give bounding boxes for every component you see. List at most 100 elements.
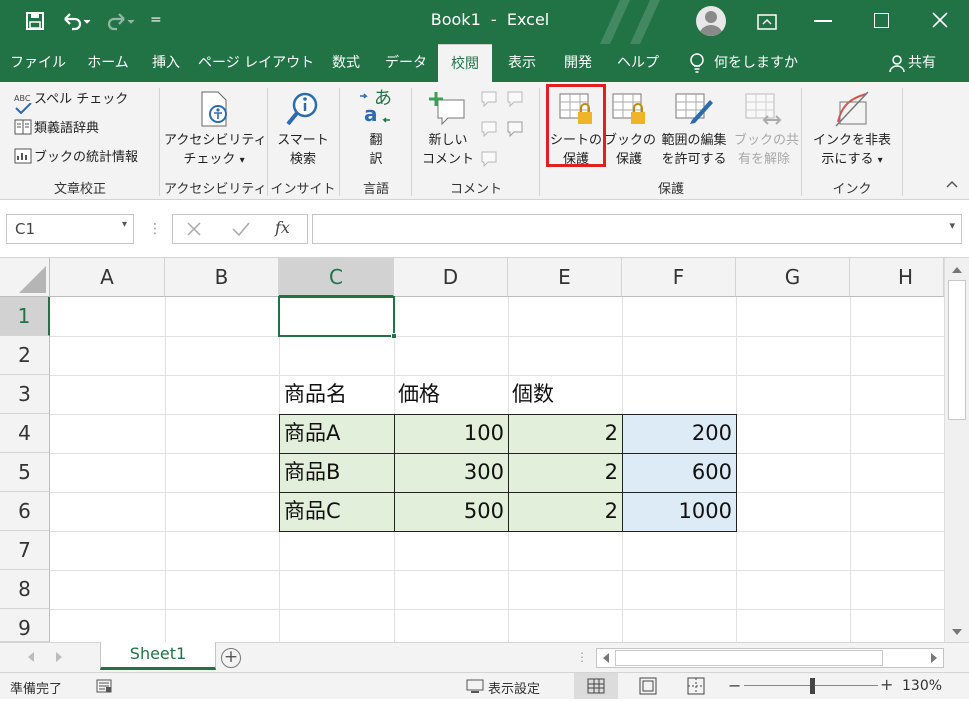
tell-me-search[interactable]: 何をしますか (714, 44, 804, 82)
maximize-button[interactable] (874, 13, 889, 28)
chevron-down-icon[interactable]: ▾ (122, 219, 127, 230)
macro-record-icon[interactable] (96, 678, 112, 694)
name-box[interactable]: C1 ▾ (6, 214, 134, 244)
row-header-9[interactable]: 9 (0, 609, 50, 642)
undo-icon[interactable] (60, 10, 92, 32)
tab-developer[interactable]: 開発 (556, 44, 600, 82)
tab-help[interactable]: ヘルプ (612, 44, 664, 82)
tab-home[interactable]: ホーム (80, 44, 136, 82)
column-header-d[interactable]: D (394, 258, 508, 297)
protect-workbook-button[interactable]: ブックの 保護 (604, 90, 656, 169)
zoom-level[interactable]: 130% (902, 678, 942, 694)
redo-icon[interactable] (104, 10, 136, 32)
cell-d3[interactable]: 価格 (394, 375, 508, 414)
ribbon-display-options-icon[interactable] (756, 12, 778, 32)
close-icon[interactable] (930, 10, 950, 30)
add-sheet-icon[interactable]: + (221, 648, 241, 668)
expand-formula-bar-icon[interactable]: ▾ (949, 219, 955, 232)
tab-split-handle[interactable]: ⋮ (576, 650, 588, 666)
cell-d6[interactable]: 500 (394, 492, 508, 531)
display-settings-icon[interactable] (466, 678, 484, 694)
cell-e5[interactable]: 2 (508, 453, 622, 492)
horizontal-scrollbar[interactable] (596, 648, 944, 668)
tab-data[interactable]: データ (380, 44, 432, 82)
scroll-down-icon[interactable] (951, 626, 963, 636)
sheet-tab-sheet1[interactable]: Sheet1 (100, 642, 216, 670)
hide-ink-button[interactable]: インクを非表 示にする ▾ (808, 90, 896, 170)
row-header-3[interactable]: 3 (0, 375, 50, 414)
row-header-1[interactable]: 1 (0, 297, 50, 336)
tab-view[interactable]: 表示 (500, 44, 544, 82)
cell-c6[interactable]: 商品C (280, 492, 394, 531)
zoom-in-button[interactable]: + (880, 675, 893, 694)
new-comment-button[interactable]: 新しい コメント (418, 90, 478, 169)
translate-button[interactable]: あ a 翻 訳 (346, 90, 406, 169)
cancel-icon[interactable] (185, 219, 203, 243)
cell-c5[interactable]: 商品B (280, 453, 394, 492)
cell-f5[interactable]: 600 (622, 453, 736, 492)
row-header-7[interactable]: 7 (0, 531, 50, 570)
thesaurus-button[interactable]: 類義語辞典 (14, 119, 99, 142)
column-header-a[interactable]: A (50, 258, 165, 297)
cell-e3[interactable]: 個数 (508, 375, 622, 414)
prev-sheet-icon[interactable] (26, 651, 36, 663)
cell-c4[interactable]: 商品A (280, 414, 394, 453)
smart-lookup-button[interactable]: スマート 検索 (272, 90, 334, 169)
zoom-slider-thumb[interactable] (810, 678, 815, 694)
check-accessibility-button[interactable]: アクセシビリティ チェック ▾ (164, 90, 267, 170)
spelling-button[interactable]: ABC スペル チェック (14, 90, 128, 116)
next-sheet-icon[interactable] (54, 651, 64, 663)
account-avatar[interactable] (696, 6, 726, 36)
row-header-5[interactable]: 5 (0, 453, 50, 492)
unshare-workbook-button[interactable]: ブックの共 有を解除 (734, 90, 799, 169)
zoom-out-button[interactable]: − (728, 676, 741, 695)
formula-bar-options-icon[interactable]: ⋮ (148, 222, 162, 238)
collapse-ribbon-icon[interactable] (944, 176, 960, 192)
fill-handle[interactable] (391, 333, 397, 339)
cell-c3[interactable]: 商品名 (280, 375, 394, 414)
row-header-8[interactable]: 8 (0, 570, 50, 609)
column-header-f[interactable]: F (622, 258, 736, 297)
column-header-g[interactable]: G (736, 258, 850, 297)
cell-e6[interactable]: 2 (508, 492, 622, 531)
share-button[interactable]: 共有 (908, 44, 944, 82)
display-settings-button[interactable]: 表示設定 (488, 678, 540, 697)
tab-insert[interactable]: 挿入 (144, 44, 188, 82)
column-header-h[interactable]: H (850, 258, 944, 297)
formula-input[interactable]: ▾ (312, 214, 962, 244)
worksheet-grid[interactable]: A B C D E F G H 1 2 3 4 5 6 7 8 9 商品名 価格… (0, 258, 944, 642)
vertical-scrollbar[interactable] (944, 258, 969, 642)
select-all-corner[interactable] (0, 258, 50, 297)
cell-e4[interactable]: 2 (508, 414, 622, 453)
view-page-break-button[interactable] (676, 673, 716, 699)
vertical-scroll-thumb[interactable] (948, 280, 966, 420)
column-header-b[interactable]: B (165, 258, 279, 297)
cell-d4[interactable]: 100 (394, 414, 508, 453)
cell-f4[interactable]: 200 (622, 414, 736, 453)
save-icon[interactable] (26, 12, 44, 30)
scroll-right-icon[interactable] (929, 652, 939, 668)
minimize-button[interactable] (814, 20, 832, 22)
row-header-4[interactable]: 4 (0, 414, 50, 453)
horizontal-scroll-thumb[interactable] (615, 650, 883, 666)
scroll-left-icon[interactable] (601, 652, 611, 668)
insert-function-icon[interactable]: fx (275, 218, 290, 237)
customize-qat-button[interactable]: = (150, 12, 166, 30)
tab-formulas[interactable]: 数式 (324, 44, 368, 82)
column-header-e[interactable]: E (508, 258, 622, 297)
view-page-layout-button[interactable] (628, 673, 668, 699)
cell-f6[interactable]: 1000 (622, 492, 736, 531)
row-header-2[interactable]: 2 (0, 336, 50, 375)
row-header-6[interactable]: 6 (0, 492, 50, 531)
view-normal-button[interactable] (574, 673, 618, 699)
cell-d5[interactable]: 300 (394, 453, 508, 492)
column-header-c[interactable]: C (279, 258, 394, 297)
tab-page-layout[interactable]: ページ レイアウト (198, 44, 314, 82)
tab-file[interactable]: ファイル (8, 44, 68, 82)
workbook-statistics-button[interactable]: ブックの統計情報 (14, 148, 138, 171)
tab-review[interactable]: 校閲 (438, 44, 492, 82)
active-cell-c1[interactable] (278, 296, 395, 337)
scroll-up-icon[interactable] (951, 264, 963, 274)
allow-edit-ranges-button[interactable]: 範囲の編集 を許可する (654, 90, 734, 169)
enter-icon[interactable] (231, 219, 251, 243)
